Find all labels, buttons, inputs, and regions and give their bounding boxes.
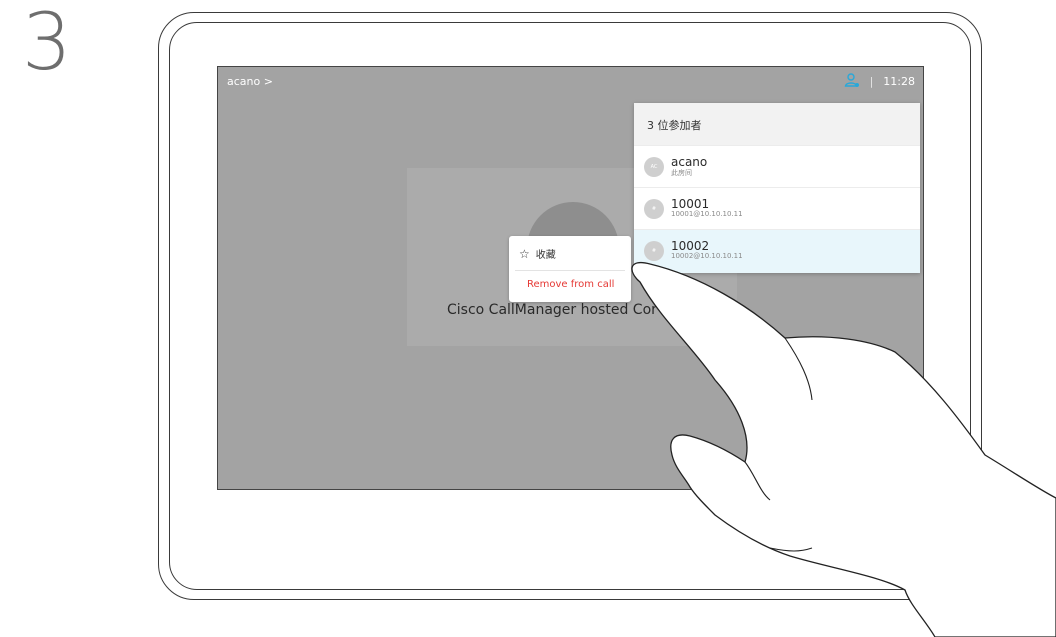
hand-pointer-illustration bbox=[631, 261, 1056, 637]
